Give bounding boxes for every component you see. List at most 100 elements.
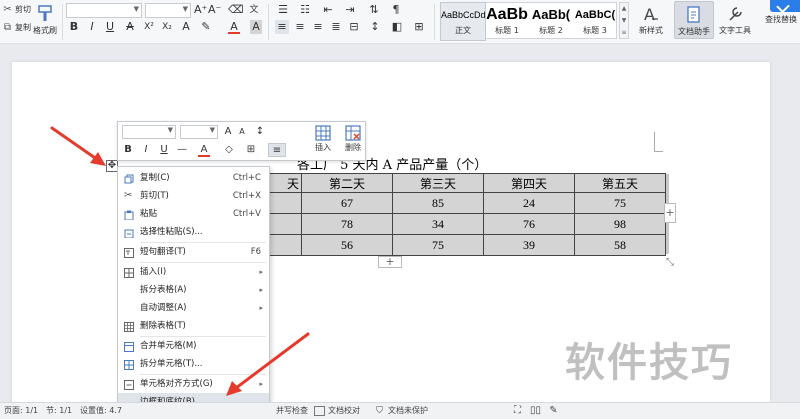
increase-indent-icon[interactable]: ⇥: [342, 3, 358, 17]
menu-item-paste-special[interactable]: 选择性粘贴(S)...: [118, 223, 269, 241]
italic-button[interactable]: I: [86, 20, 98, 34]
sort-icon[interactable]: ⇅: [366, 3, 382, 17]
superscript-icon[interactable]: X²: [142, 20, 156, 34]
check-badge-icon[interactable]: [770, 0, 800, 12]
numbering-icon[interactable]: ☷: [297, 3, 313, 17]
underline-button[interactable]: U: [104, 20, 116, 34]
status-spell-check[interactable]: 并写检查: [276, 403, 308, 419]
mini-shrink-font-button[interactable]: A: [236, 125, 248, 139]
add-column-button[interactable]: +: [664, 203, 676, 223]
doc-helper-button[interactable]: 文档助手: [674, 1, 714, 39]
find-replace-button[interactable]: 查找替换: [762, 14, 800, 25]
shrink-font-button[interactable]: A⁻: [208, 3, 221, 17]
font-color-button[interactable]: A: [228, 20, 240, 34]
new-style-button[interactable]: A 新样式: [634, 3, 668, 36]
mini-borders-icon[interactable]: ⊞: [244, 143, 258, 157]
status-setting[interactable]: 设置值: 4.7: [80, 403, 122, 419]
distribute-icon[interactable]: ⊟: [347, 20, 361, 34]
status-doc-proof[interactable]: 文档校对: [328, 403, 360, 419]
table-cell[interactable]: 98: [574, 213, 666, 235]
mini-font-size-select[interactable]: ▼: [180, 125, 218, 139]
mini-grow-font-button[interactable]: A: [222, 125, 234, 139]
table-cell[interactable]: 第五天: [574, 173, 666, 193]
bold-button[interactable]: B: [68, 20, 80, 34]
style-heading-1[interactable]: AaBb 标题 1: [485, 3, 529, 40]
decrease-indent-icon[interactable]: ⇤: [320, 3, 336, 17]
bullets-icon[interactable]: ☰: [275, 3, 291, 17]
phonetic-icon[interactable]: 文: [248, 3, 260, 17]
menu-item-merge-cells[interactable]: 合并单元格(M): [118, 337, 269, 355]
mini-underline-button[interactable]: U: [158, 143, 170, 157]
table-cell[interactable]: 67: [301, 192, 393, 214]
grow-font-button[interactable]: A⁺: [194, 3, 207, 17]
menu-item-cut[interactable]: ✂ 剪切(T) Ctrl+X: [118, 187, 269, 205]
table-cell[interactable]: 78: [301, 213, 393, 235]
show-marks-icon[interactable]: ¶: [388, 3, 404, 17]
read-mode-icon[interactable]: ▯▯: [530, 406, 541, 416]
menu-item-cell-alignment[interactable]: 单元格对齐方式(G) ▸: [118, 375, 269, 393]
mini-dash-icon[interactable]: —: [176, 143, 188, 157]
table-cell[interactable]: 85: [392, 192, 484, 214]
strikethrough-button[interactable]: A: [124, 20, 136, 34]
status-section[interactable]: 节: 1/1: [46, 403, 72, 419]
copy-button[interactable]: ⧉ 复制: [2, 22, 31, 33]
char-shading-button[interactable]: A: [250, 20, 262, 34]
align-right-icon[interactable]: ≡: [311, 20, 325, 34]
menu-item-paste[interactable]: 粘贴 Ctrl+V: [118, 205, 269, 223]
menu-item-copy[interactable]: 复制(C) Ctrl+C: [118, 169, 269, 187]
menu-item-split-table[interactable]: 拆分表格(A) ▸: [118, 281, 269, 299]
highlight-icon[interactable]: ✎: [200, 20, 212, 34]
borders-icon[interactable]: ⊞: [412, 20, 426, 34]
justify-icon[interactable]: ≣: [329, 20, 343, 34]
font-name-select[interactable]: ▼: [66, 3, 142, 18]
menu-item-split-cells[interactable]: 拆分单元格(T)...: [118, 355, 269, 373]
format-painter-button[interactable]: 格式刷: [32, 3, 58, 36]
status-page[interactable]: 页面: 1/1: [4, 403, 38, 419]
edit-mode-icon[interactable]: ✎: [548, 406, 559, 416]
clear-format-icon[interactable]: ⌫: [228, 3, 244, 17]
align-center-icon[interactable]: ≡: [293, 20, 307, 34]
mini-italic-button[interactable]: I: [140, 143, 152, 157]
mini-line-spacing-icon[interactable]: ↕: [252, 125, 268, 139]
table-cell[interactable]: 第三天: [392, 173, 484, 193]
mini-bold-button[interactable]: B: [122, 143, 134, 157]
menu-item-delete-table[interactable]: 删除表格(T): [118, 317, 269, 335]
style-heading-3[interactable]: AaBbC( 标题 3: [573, 3, 617, 40]
add-row-button[interactable]: +: [378, 256, 402, 268]
menu-item-insert[interactable]: 插入(I) ▸: [118, 263, 269, 281]
status-doc-protect[interactable]: 文档未保护: [388, 403, 428, 419]
table-cell[interactable]: 24: [483, 192, 575, 214]
mini-align-icon[interactable]: ≡: [268, 143, 286, 157]
styles-scroll[interactable]: ▲ ▼ ≡: [619, 2, 629, 39]
table-cell[interactable]: 75: [392, 234, 484, 256]
mini-font-color-icon[interactable]: A: [198, 143, 210, 157]
table-cell[interactable]: 39: [483, 234, 575, 256]
table-resize-handle-icon[interactable]: ⤡: [664, 257, 676, 269]
mini-delete-button[interactable]: 删除: [340, 124, 366, 153]
subscript-icon[interactable]: X₂: [160, 20, 174, 34]
line-spacing-icon[interactable]: ↕: [368, 20, 382, 34]
text-tools-button[interactable]: 文字工具: [716, 3, 754, 36]
text-effect-icon[interactable]: A: [180, 20, 192, 34]
table-cell[interactable]: 第四天: [483, 173, 575, 193]
menu-item-autofit[interactable]: 自动调整(A) ▸: [118, 299, 269, 317]
table-cell[interactable]: 76: [483, 213, 575, 235]
table-cell[interactable]: 58: [574, 234, 666, 256]
table-cell[interactable]: 34: [392, 213, 484, 235]
font-size-select[interactable]: ▼: [145, 3, 191, 18]
mini-fill-color-icon[interactable]: ◇: [222, 143, 236, 157]
style-heading-2[interactable]: AaBb( 标题 2: [529, 3, 573, 40]
align-left-icon[interactable]: ≡: [275, 20, 289, 34]
menu-item-translate[interactable]: 短句翻译(T) F6: [118, 243, 269, 261]
shading-icon[interactable]: ◧: [390, 20, 404, 34]
delete-table-icon: [124, 321, 134, 332]
data-table[interactable]: 天 第二天 第三天 第四天 第五天 67 85 24 75 78 34 76 9…: [210, 173, 666, 256]
table-cell[interactable]: 第二天: [301, 173, 393, 193]
table-cell[interactable]: 56: [301, 234, 393, 256]
style-normal[interactable]: AaBbCcDd 正文: [440, 2, 486, 41]
mini-insert-button[interactable]: 插入: [310, 124, 336, 153]
cut-button[interactable]: ✂ 剪切: [2, 4, 31, 15]
table-cell[interactable]: 75: [574, 192, 666, 214]
mini-font-name-select[interactable]: ▼: [122, 125, 176, 139]
fullscreen-icon[interactable]: ⛶: [512, 406, 523, 416]
